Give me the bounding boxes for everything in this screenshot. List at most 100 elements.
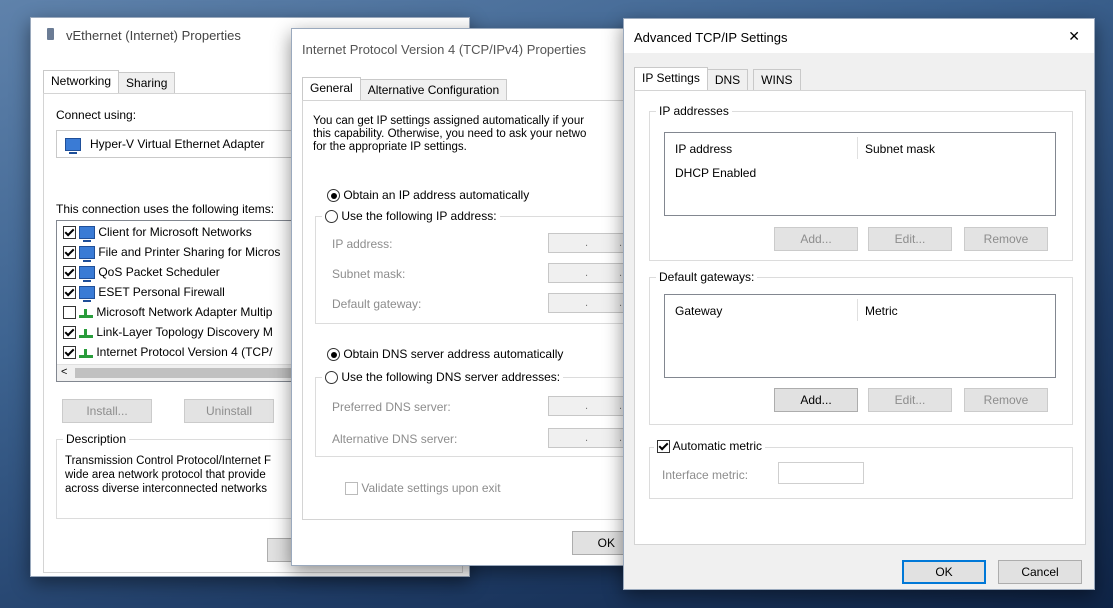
intro-line: this capability. Otherwise, you need to …: [313, 128, 587, 140]
scroll-left-icon[interactable]: <: [61, 366, 67, 378]
computer-icon: [79, 286, 96, 303]
column-header-metric[interactable]: Metric: [865, 304, 898, 318]
column-header-subnet-mask[interactable]: Subnet mask: [865, 142, 935, 156]
radio-label: Use the following IP address:: [341, 209, 497, 223]
alternative-dns-label: Alternative DNS server:: [332, 432, 458, 446]
ip-addresses-group: IP addresses IP address Subnet mask DHCP…: [649, 104, 1073, 261]
preferred-dns-label: Preferred DNS server:: [332, 400, 451, 414]
default-gateways-title: Default gateways:: [656, 270, 758, 284]
automatic-metric-label: Automatic metric: [672, 439, 763, 453]
radio-selected-icon: [327, 348, 340, 362]
connect-using-label: Connect using:: [56, 108, 137, 122]
intro-line: for the appropriate IP settings.: [313, 141, 467, 153]
list-item[interactable]: File and Printer Sharing for Micros: [63, 245, 281, 263]
item-checkbox[interactable]: [63, 226, 76, 240]
item-label: File and Printer Sharing for Micros: [98, 245, 281, 259]
scrollbar-thumb[interactable]: [75, 368, 325, 378]
tab-networking[interactable]: Networking: [43, 70, 120, 94]
intro-line: You can get IP settings assigned automat…: [313, 115, 585, 127]
item-label: ESET Personal Firewall: [98, 285, 225, 299]
checkbox-checked-icon: [657, 440, 670, 454]
item-checkbox[interactable]: [63, 266, 76, 280]
advanced-cancel-button[interactable]: Cancel: [998, 560, 1082, 584]
use-following-dns-radio[interactable]: Use the following DNS server addresses:: [322, 370, 564, 385]
default-gateway-field[interactable]: ..: [548, 293, 630, 313]
network-protocol-icon: [79, 328, 94, 338]
advanced-ok-button[interactable]: OK: [902, 560, 986, 584]
window-title: vEthernet (Internet) Properties: [66, 28, 241, 43]
gateways-list[interactable]: Gateway Metric: [664, 294, 1056, 378]
adapter-name: Hyper-V Virtual Ethernet Adapter: [90, 137, 265, 151]
list-item[interactable]: Client for Microsoft Networks: [63, 225, 252, 243]
column-header-gateway[interactable]: Gateway: [675, 304, 722, 318]
network-protocol-icon: [79, 308, 94, 318]
list-item[interactable]: DHCP Enabled: [675, 166, 756, 180]
window-titlebar[interactable]: Advanced TCP/IP Settings ✕: [624, 19, 1094, 53]
list-item[interactable]: Link-Layer Topology Discovery M: [63, 325, 273, 340]
list-item[interactable]: ESET Personal Firewall: [63, 285, 225, 303]
ip-add-button[interactable]: Add...: [774, 227, 858, 251]
item-checkbox[interactable]: [63, 306, 76, 320]
uninstall-button[interactable]: Uninstall: [184, 399, 274, 423]
item-checkbox[interactable]: [63, 346, 76, 360]
item-checkbox[interactable]: [63, 246, 76, 260]
static-ip-group: Use the following IP address: IP address…: [315, 209, 655, 324]
computer-icon: [79, 246, 96, 263]
description-line: Transmission Control Protocol/Internet F: [65, 455, 272, 467]
gateway-add-button[interactable]: Add...: [774, 388, 858, 412]
item-checkbox[interactable]: [63, 286, 76, 300]
alternative-dns-field[interactable]: ..: [548, 428, 630, 448]
close-icon[interactable]: ✕: [1068, 28, 1080, 45]
tab-general[interactable]: General: [302, 77, 361, 101]
interface-metric-field[interactable]: [778, 462, 864, 484]
validate-label: Validate settings upon exit: [361, 481, 501, 495]
description-text: Transmission Control Protocol/Internet F…: [65, 454, 271, 496]
ip-edit-button[interactable]: Edit...: [868, 227, 952, 251]
window-title: Advanced TCP/IP Settings: [634, 30, 788, 45]
install-button[interactable]: Install...: [62, 399, 152, 423]
ip-addresses-list[interactable]: IP address Subnet mask DHCP Enabled: [664, 132, 1056, 216]
preferred-dns-field[interactable]: ..: [548, 396, 630, 416]
column-header-ip-address[interactable]: IP address: [675, 142, 732, 156]
automatic-metric-checkbox[interactable]: Automatic metric: [654, 439, 766, 454]
description-line: wide area network protocol that provide: [65, 469, 266, 481]
description-title: Description: [63, 432, 130, 446]
radio-label: Obtain DNS server address automatically: [343, 347, 564, 361]
ip-address-field[interactable]: ..: [548, 233, 630, 253]
item-checkbox[interactable]: [63, 326, 76, 340]
interface-metric-label: Interface metric:: [662, 468, 749, 482]
static-dns-group: Use the following DNS server addresses: …: [315, 370, 655, 457]
checkbox-icon: [345, 482, 358, 496]
radio-unselected-icon: [325, 210, 338, 224]
item-label: Client for Microsoft Networks: [98, 225, 252, 239]
items-label: This connection uses the following items…: [56, 202, 275, 216]
list-item[interactable]: Microsoft Network Adapter Multip: [63, 305, 272, 320]
gateway-remove-button[interactable]: Remove: [964, 388, 1048, 412]
window-titlebar[interactable]: Internet Protocol Version 4 (TCP/IPv4) P…: [292, 29, 650, 61]
default-gateway-label: Default gateway:: [332, 297, 422, 311]
list-item[interactable]: QoS Packet Scheduler: [63, 265, 220, 283]
gateway-edit-button[interactable]: Edit...: [868, 388, 952, 412]
item-label: Internet Protocol Version 4 (TCP/: [96, 345, 273, 359]
subnet-mask-label: Subnet mask:: [332, 267, 406, 281]
computer-icon: [79, 226, 96, 243]
ipv4-properties-window: Internet Protocol Version 4 (TCP/IPv4) P…: [291, 28, 655, 566]
window-app-icon: [47, 28, 54, 40]
validate-checkbox[interactable]: Validate settings upon exit: [345, 481, 501, 496]
tab-ip-settings[interactable]: IP Settings: [634, 67, 708, 91]
ip-address-label: IP address:: [332, 237, 393, 251]
general-panel: You can get IP settings assigned automat…: [302, 100, 655, 520]
list-item[interactable]: Internet Protocol Version 4 (TCP/: [63, 345, 273, 360]
subnet-mask-field[interactable]: ..: [548, 263, 630, 283]
use-following-ip-radio[interactable]: Use the following IP address:: [322, 209, 500, 224]
radio-unselected-icon: [325, 371, 338, 385]
ip-remove-button[interactable]: Remove: [964, 227, 1048, 251]
description-line: across diverse interconnected networks: [65, 483, 267, 495]
radio-label: Use the following DNS server addresses:: [341, 370, 561, 384]
obtain-dns-auto-radio[interactable]: Obtain DNS server address automatically: [327, 347, 564, 362]
column-divider: [857, 137, 858, 159]
ip-settings-panel: IP addresses IP address Subnet mask DHCP…: [634, 90, 1086, 545]
default-gateways-group: Default gateways: Gateway Metric Add... …: [649, 270, 1073, 425]
obtain-ip-auto-radio[interactable]: Obtain an IP address automatically: [327, 188, 529, 203]
adapter-icon: [65, 138, 81, 154]
